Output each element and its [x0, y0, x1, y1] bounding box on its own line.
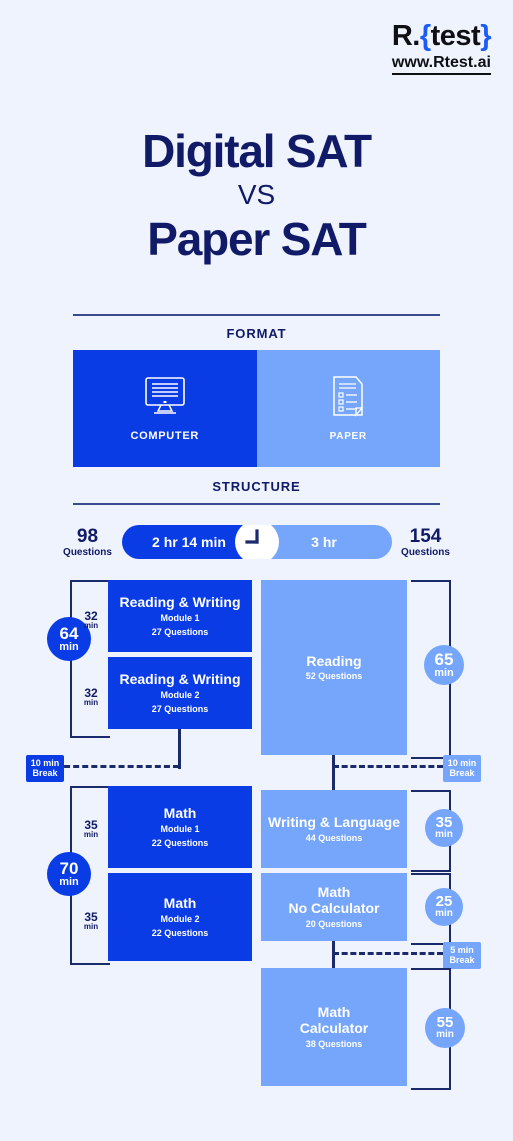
block-questions: 20 Questions: [305, 918, 363, 929]
block-title: Reading: [306, 652, 362, 669]
break-label: Break: [449, 768, 475, 779]
logo-url: www.Rtest.ai: [391, 54, 491, 75]
block-subtitle: Module 1: [160, 613, 200, 624]
digital-group2-total: 70 min: [47, 852, 91, 896]
digital-math1-duration: 35 min: [83, 818, 99, 839]
paper-writing-total: 35 min: [425, 809, 463, 847]
paper-math-calc-total: 55 min: [425, 1008, 465, 1048]
format-caption-paper: PAPER: [329, 431, 367, 442]
block-title: Math: [317, 1004, 351, 1021]
paper-block-math-calculator: Math Calculator 38 Questions: [261, 968, 407, 1086]
format-comparison: COMPUTER PAPER: [73, 350, 440, 467]
block-title: Reading & Writing: [119, 593, 241, 610]
logo-wordmark: R.{test}: [391, 20, 492, 52]
break-label: Break: [449, 955, 475, 966]
block-subtitle: Module 2: [160, 690, 200, 701]
format-panel-paper: PAPER: [256, 350, 440, 467]
format-section-label: FORMAT: [226, 326, 287, 341]
paper-connector-1: [332, 755, 335, 790]
brand-logo: R.{test} www.Rtest.ai: [392, 22, 491, 75]
format-panel-computer: COMPUTER: [73, 350, 257, 467]
digital-break-badge: 10 min Break: [26, 755, 64, 782]
block-questions: 22 Questions: [151, 838, 209, 849]
digital-group1-total-unit: min: [59, 640, 79, 653]
block-questions: 22 Questions: [151, 928, 209, 939]
block-title-second: Calculator: [299, 1020, 369, 1036]
digital-connector-1: [178, 729, 181, 769]
digital-question-label: Questions: [63, 546, 112, 558]
duration-bar: 2 hr 14 min 3 hr: [121, 525, 392, 559]
format-divider: [73, 314, 440, 316]
page-title: Digital SAT VS Paper SAT: [0, 128, 513, 262]
paper-math-nocalc-total: 25 min: [425, 888, 463, 926]
digital-block-rw-module1: Reading & Writing Module 1 27 Questions: [108, 580, 252, 652]
title-vs: VS: [237, 178, 276, 210]
duration-timeline: 98 Questions 2 hr 14 min 3 hr 154 Questi…: [0, 521, 513, 563]
paper-reading-total: 65 min: [424, 645, 464, 685]
paper-block-reading: Reading 52 Questions: [261, 580, 407, 755]
logo-name-left: R.: [391, 20, 421, 52]
block-title: Math: [317, 884, 351, 901]
infographic-page: R.{test} www.Rtest.ai Digital SAT VS Pap…: [0, 0, 513, 1141]
break-duration: 5 min: [450, 945, 474, 955]
logo-name-right: test: [430, 20, 481, 52]
digital-question-number: 98: [76, 525, 99, 547]
paper-break-dash: [333, 765, 443, 768]
format-caption-computer: COMPUTER: [130, 429, 200, 442]
document-icon: [331, 375, 365, 422]
digital-group2-total-unit: min: [59, 875, 79, 888]
break-label: Break: [32, 768, 58, 779]
logo-brace-open: {: [419, 20, 431, 52]
digital-group1-total-number: 64: [59, 623, 79, 643]
block-title: Math: [163, 894, 197, 911]
break-duration: 10 min: [447, 758, 477, 768]
digital-block-math-module1: Math Module 1 22 Questions: [108, 786, 252, 868]
title-line-digital: Digital SAT: [142, 125, 372, 177]
block-title-second: No Calculator: [288, 900, 380, 916]
digital-break-dash: [55, 765, 179, 768]
title-line-paper: Paper SAT: [147, 212, 367, 265]
digital-question-count: 98 Questions: [54, 527, 122, 558]
paper-question-number: 154: [409, 525, 442, 547]
digital-math2-duration: 35 min: [83, 910, 99, 931]
block-questions: 44 Questions: [305, 832, 363, 843]
paper-break2-dash: [333, 952, 443, 955]
paper-break2-badge: 5 min Break: [443, 942, 481, 969]
digital-rw1-duration: 32 min: [83, 609, 99, 630]
block-questions: 38 Questions: [305, 1038, 363, 1049]
block-title: Reading & Writing: [119, 670, 241, 687]
block-subtitle: Module 2: [160, 914, 200, 925]
digital-block-rw-module2: Reading & Writing Module 2 27 Questions: [108, 657, 252, 729]
block-questions: 27 Questions: [151, 704, 209, 715]
clock-icon: [234, 525, 279, 559]
logo-brace-close: }: [480, 20, 491, 52]
block-title: Writing & Language: [268, 814, 400, 831]
digital-rw2-duration: 32 min: [83, 686, 99, 707]
block-title: Math: [163, 804, 197, 821]
structure-divider: [73, 503, 440, 505]
digital-group2-total-number: 70: [59, 858, 79, 878]
block-questions: 52 Questions: [305, 671, 363, 682]
paper-block-writing-language: Writing & Language 44 Questions: [261, 790, 407, 868]
structure-section-label: STRUCTURE: [212, 479, 301, 494]
paper-break1-badge: 10 min Break: [443, 755, 481, 782]
block-subtitle: Module 1: [160, 824, 200, 835]
monitor-icon: [143, 376, 187, 421]
break-duration: 10 min: [30, 758, 60, 768]
digital-block-math-module2: Math Module 2 22 Questions: [108, 873, 252, 961]
paper-question-label: Questions: [401, 546, 450, 558]
paper-question-count: 154 Questions: [392, 527, 460, 558]
block-questions: 27 Questions: [151, 627, 209, 638]
paper-block-math-no-calculator: Math No Calculator 20 Questions: [261, 873, 407, 941]
